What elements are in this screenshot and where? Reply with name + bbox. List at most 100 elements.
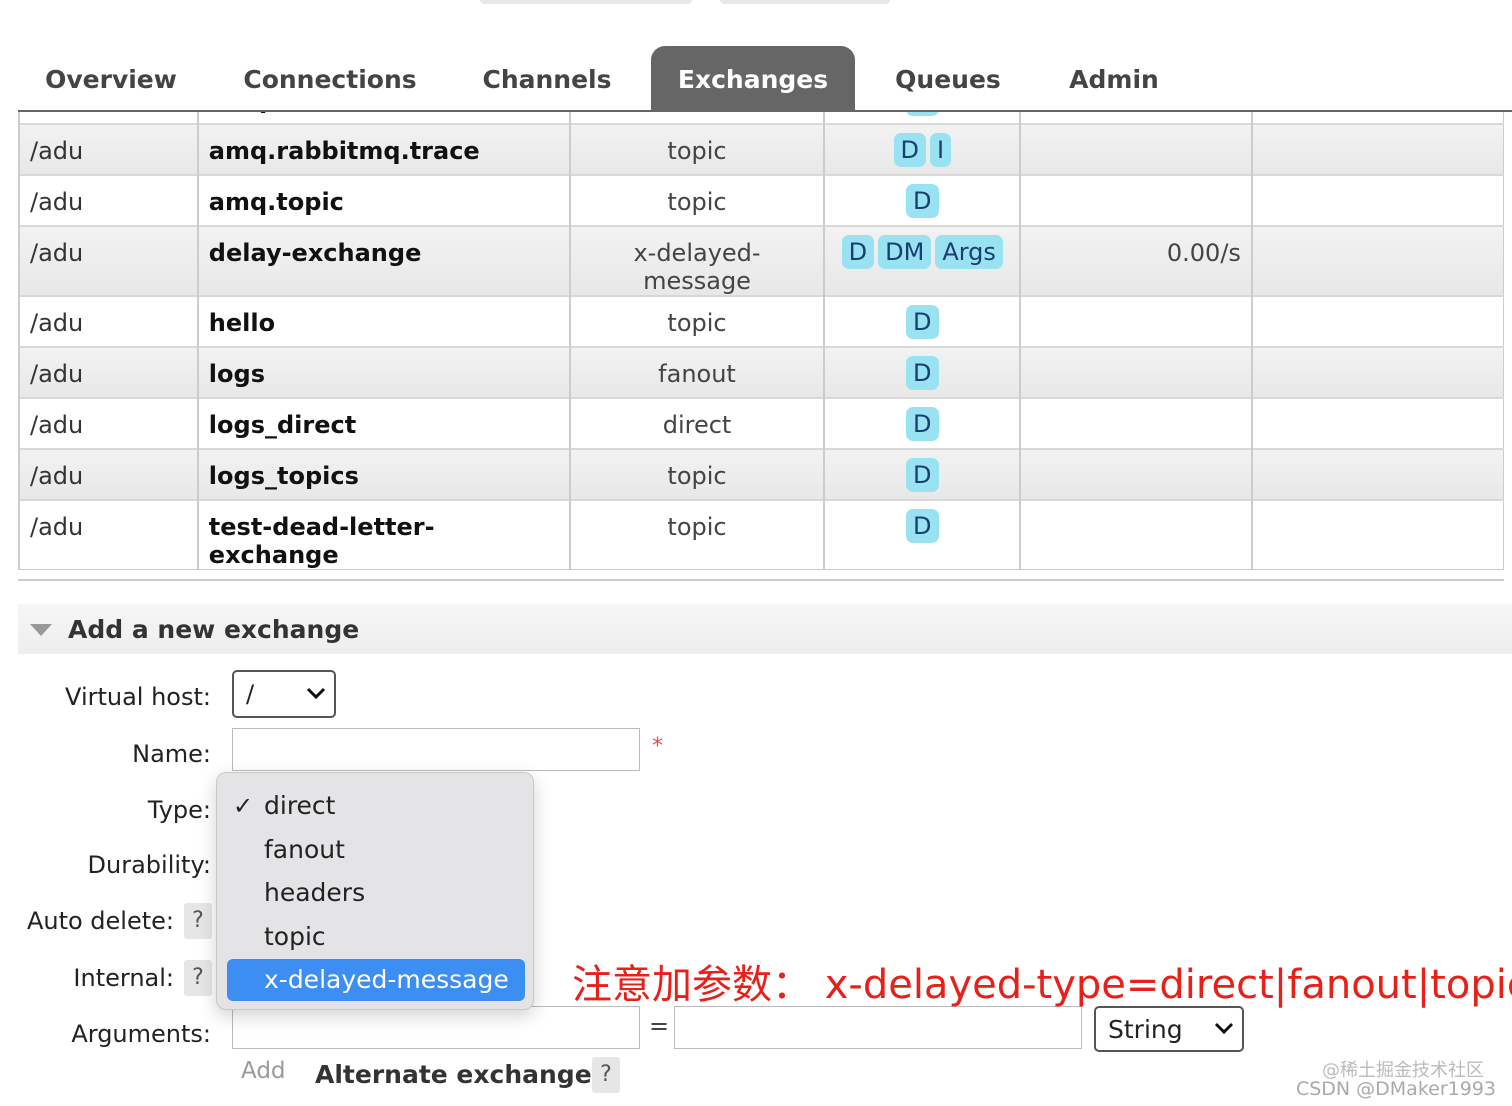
exchanges-table: /aduamq.matchheadersD/aduamq.rabbitmq.tr… xyxy=(18,112,1504,581)
cell-exchange-type: topic xyxy=(568,123,825,176)
type-option-fanout[interactable]: fanout xyxy=(227,829,525,871)
cell-features: DI xyxy=(823,123,1021,176)
cell-message-rate-in xyxy=(1019,448,1253,501)
table-row[interactable]: /adu logs_direct direct D xyxy=(18,397,1504,450)
argument-key-input[interactable] xyxy=(232,1006,640,1049)
cell-virtual-host: /adu xyxy=(18,123,199,176)
watermark-csdn: CSDN @DMaker1993 xyxy=(1295,1078,1496,1100)
table-row[interactable]: /adu test-dead-letter-exchange topic D xyxy=(18,499,1504,570)
tab-connections[interactable]: Connections xyxy=(234,46,426,110)
add-argument-button[interactable]: Add xyxy=(241,1058,286,1084)
cell-virtual-host: /adu xyxy=(18,225,199,297)
feature-badge: I xyxy=(929,133,952,167)
cell-message-rate-in xyxy=(1019,397,1253,450)
cell-virtual-host: /adu xyxy=(18,295,199,348)
durability-label: Durability: xyxy=(87,851,211,879)
cell-message-rate-out xyxy=(1250,225,1504,297)
cell-features: D xyxy=(823,499,1021,570)
cell-exchange-type: fanout xyxy=(568,346,825,399)
cell-features: D xyxy=(823,112,1021,125)
cell-message-rate-in xyxy=(1019,295,1253,348)
feature-badge: D xyxy=(906,509,939,543)
feature-badge: D xyxy=(906,112,939,116)
feature-badge: D xyxy=(906,305,939,339)
type-option-direct[interactable]: ✓ direct xyxy=(227,785,525,827)
add-exchange-section-header[interactable]: Add a new exchange xyxy=(18,604,1512,654)
cell-exchange-type: topic xyxy=(568,174,825,227)
collapse-triangle-icon[interactable] xyxy=(30,624,52,636)
type-option-headers[interactable]: headers xyxy=(227,872,525,914)
checkmark-icon: ✓ xyxy=(233,792,254,820)
type-dropdown-menu: ✓ direct fanout headers topic x-delayed-… xyxy=(216,772,534,1010)
auto-delete-help-button[interactable]: ? xyxy=(184,903,212,939)
cell-virtual-host: /adu xyxy=(18,448,199,501)
virtual-host-value: / xyxy=(246,680,255,708)
feature-badge: D xyxy=(906,407,939,441)
main-nav-tabs: Overview Connections Channels Exchanges … xyxy=(0,46,1512,112)
type-option-topic[interactable]: topic xyxy=(227,916,525,958)
cell-message-rate-in: 0.00/s xyxy=(1019,225,1253,297)
name-input[interactable] xyxy=(232,728,640,771)
cell-features: D xyxy=(823,346,1021,399)
cell-exchange-type: x-delayed-message xyxy=(568,225,825,297)
argument-type-select[interactable]: String xyxy=(1094,1006,1244,1052)
feature-badge: DM xyxy=(878,235,932,269)
argument-value-input[interactable] xyxy=(674,1006,1082,1049)
internal-help-button[interactable]: ? xyxy=(184,960,212,996)
feature-badge: D xyxy=(906,356,939,390)
cell-exchange-name[interactable]: amq.match xyxy=(196,112,571,125)
cell-features: D xyxy=(823,448,1021,501)
alternate-exchange-label: Alternate exchange xyxy=(315,1060,592,1089)
table-row[interactable]: /adu hello topic D xyxy=(18,295,1504,348)
cell-exchange-name[interactable]: logs_direct xyxy=(196,397,571,450)
alternate-exchange-help-button[interactable]: ? xyxy=(592,1057,620,1093)
table-row[interactable]: /adu delay-exchange x-delayed-message D DM Ar… xyxy=(18,225,1504,297)
cell-exchange-name[interactable]: amq.rabbitmq.trace xyxy=(196,123,571,176)
feature-badge: D xyxy=(906,184,939,218)
feature-badge: D xyxy=(841,235,875,269)
top-edge-stub xyxy=(480,0,692,4)
table-row[interactable]: /adu amq.rabbitmq.trace topic D I xyxy=(18,123,1504,176)
cell-virtual-host: /adu xyxy=(18,112,199,125)
tab-admin[interactable]: Admin xyxy=(1058,46,1170,110)
tab-queues[interactable]: Queues xyxy=(882,46,1014,110)
table-row[interactable]: /adu amq.topic topic D xyxy=(18,174,1504,227)
cell-virtual-host: /adu xyxy=(18,499,199,570)
argument-equals-sign: = xyxy=(649,1012,670,1040)
cell-exchange-name[interactable]: amq.topic xyxy=(196,174,571,227)
cell-exchange-type: direct xyxy=(568,397,825,450)
cell-message-rate-out xyxy=(1250,112,1504,125)
cell-virtual-host: /adu xyxy=(18,397,199,450)
cell-exchange-name[interactable]: hello xyxy=(196,295,571,348)
cell-exchange-type: topic xyxy=(568,295,825,348)
cell-exchange-name[interactable]: test-dead-letter-exchange xyxy=(196,499,571,570)
cell-exchange-name[interactable]: delay-exchange xyxy=(196,225,571,297)
virtual-host-select[interactable]: / xyxy=(232,670,336,718)
cell-message-rate-in xyxy=(1019,174,1253,227)
section-title: Add a new exchange xyxy=(68,615,360,644)
cell-exchange-type: topic xyxy=(568,499,825,570)
red-annotation-text: 注意加参数： x-delayed-type=direct|fanout|topi… xyxy=(572,962,1512,1008)
tab-overview[interactable]: Overview xyxy=(36,46,186,110)
virtual-host-label: Virtual host: xyxy=(65,683,211,711)
type-option-x-delayed-message[interactable]: x-delayed-message xyxy=(227,959,525,1001)
cell-virtual-host: /adu xyxy=(18,174,199,227)
table-row[interactable]: /adu logs_topics topic D xyxy=(18,448,1504,501)
cell-message-rate-out xyxy=(1250,346,1504,399)
auto-delete-label: Auto delete: xyxy=(26,907,174,935)
exchanges-table-body: /aduamq.matchheadersD/aduamq.rabbitmq.tr… xyxy=(18,112,1504,570)
argument-type-value: String xyxy=(1108,1015,1183,1044)
cell-message-rate-in xyxy=(1019,346,1253,399)
table-row[interactable]: /adu logs fanout D xyxy=(18,346,1504,399)
chevron-down-icon xyxy=(1214,1022,1234,1035)
cell-message-rate-out xyxy=(1250,174,1504,227)
cell-exchange-type: headers xyxy=(568,112,825,125)
cell-features: D xyxy=(823,295,1021,348)
table-row[interactable]: /aduamq.matchheaders D xyxy=(18,112,1504,125)
tab-exchanges[interactable]: Exchanges xyxy=(651,46,855,110)
cell-exchange-name[interactable]: logs xyxy=(196,346,571,399)
tab-channels[interactable]: Channels xyxy=(472,46,622,110)
cell-exchange-name[interactable]: logs_topics xyxy=(196,448,571,501)
internal-label: Internal: xyxy=(73,964,174,992)
cell-message-rate-out xyxy=(1250,295,1504,348)
